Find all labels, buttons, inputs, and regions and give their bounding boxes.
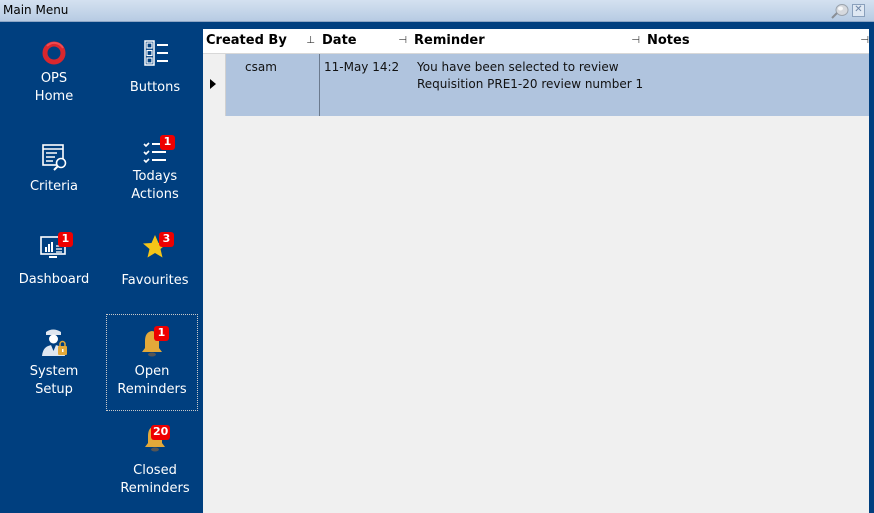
tile-closed-reminders[interactable]: 20 Closed Reminders — [109, 420, 201, 498]
tile-label: Reminders — [120, 481, 190, 496]
cell-created-by[interactable]: csam — [225, 54, 319, 116]
button-list-icon — [138, 36, 172, 70]
cell-notes[interactable] — [644, 54, 869, 116]
tile-label: OPS — [40, 71, 68, 86]
main-menu-sidebar: OPS Home Buttons Criteria 1 Todays Actio… — [3, 22, 203, 513]
window-right-border — [869, 22, 874, 513]
tile-label: Dashboard — [18, 272, 90, 287]
checklist-icon: 1 — [138, 134, 175, 168]
tile-label: Home — [34, 89, 74, 104]
close-button[interactable]: ✕ — [852, 4, 865, 17]
tile-label: Favourites — [121, 273, 189, 288]
tile-label: Buttons — [129, 80, 181, 95]
tile-label: Criteria — [29, 179, 79, 194]
tile-label: Reminders — [117, 382, 187, 397]
pin-icon[interactable]: ⊣ — [398, 29, 407, 53]
admin-officer-icon — [37, 324, 71, 358]
tile-label: Actions — [131, 187, 179, 202]
current-row-arrow-icon — [210, 79, 216, 89]
favourites-badge: 3 — [159, 232, 174, 247]
cell-date[interactable]: 11-May 14:2 — [320, 54, 411, 116]
dashboard-chart-icon: 1 — [37, 229, 73, 263]
reminders-grid: Created By ⊥ Date ⊣ Reminder ⊣ Notes ⊣ c… — [203, 29, 869, 513]
column-header-reminder[interactable]: Reminder ⊣ — [411, 29, 644, 53]
tile-todays-actions[interactable]: 1 Todays Actions — [109, 134, 201, 204]
cell-reminder[interactable]: You have been selected to review Requisi… — [411, 54, 644, 116]
table-row[interactable]: csam 11-May 14:2 You have been selected … — [203, 54, 869, 116]
window-title: Main Menu — [3, 3, 69, 17]
tile-ops-home[interactable]: OPS Home — [8, 36, 100, 106]
tile-label: Setup — [35, 382, 73, 397]
tile-dashboard[interactable]: 1 Dashboard — [8, 229, 100, 289]
column-header-notes[interactable]: Notes ⊣ — [644, 29, 869, 53]
ops-logo-icon — [37, 36, 71, 70]
tile-open-reminders[interactable]: 1 Open Reminders — [106, 314, 198, 411]
bell-icon: 1 — [135, 325, 169, 359]
pin-icon[interactable]: ⊥ — [306, 29, 315, 53]
window-titlebar: Main Menu ✕ — [0, 0, 874, 22]
pin-icon[interactable]: ⊣ — [860, 29, 869, 53]
tile-label: System — [29, 364, 79, 379]
closed-reminders-badge: 20 — [151, 425, 171, 440]
close-icon: ✕ — [854, 4, 863, 15]
column-header-created-by[interactable]: Created By ⊥ — [203, 29, 319, 53]
bell-icon: 20 — [138, 420, 172, 454]
tile-favourites[interactable]: 3 Favourites — [109, 229, 201, 290]
criteria-search-icon — [37, 139, 71, 173]
column-header-date[interactable]: Date ⊣ — [319, 29, 411, 53]
dashboard-badge: 1 — [58, 232, 73, 247]
tile-system-setup[interactable]: System Setup — [8, 324, 100, 399]
star-icon: 3 — [138, 229, 174, 263]
row-selector[interactable] — [203, 54, 226, 116]
pin-icon[interactable]: ⊣ — [631, 29, 640, 53]
tile-criteria[interactable]: Criteria — [8, 139, 100, 196]
tile-label: Closed — [133, 463, 177, 478]
grid-header: Created By ⊥ Date ⊣ Reminder ⊣ Notes ⊣ — [203, 29, 869, 54]
pushpin-icon[interactable] — [831, 3, 849, 19]
tile-label: Todays — [132, 169, 178, 184]
tile-label: Open — [134, 364, 170, 379]
tile-buttons[interactable]: Buttons — [109, 36, 201, 97]
todays-actions-badge: 1 — [160, 135, 175, 150]
open-reminders-badge: 1 — [154, 326, 169, 341]
